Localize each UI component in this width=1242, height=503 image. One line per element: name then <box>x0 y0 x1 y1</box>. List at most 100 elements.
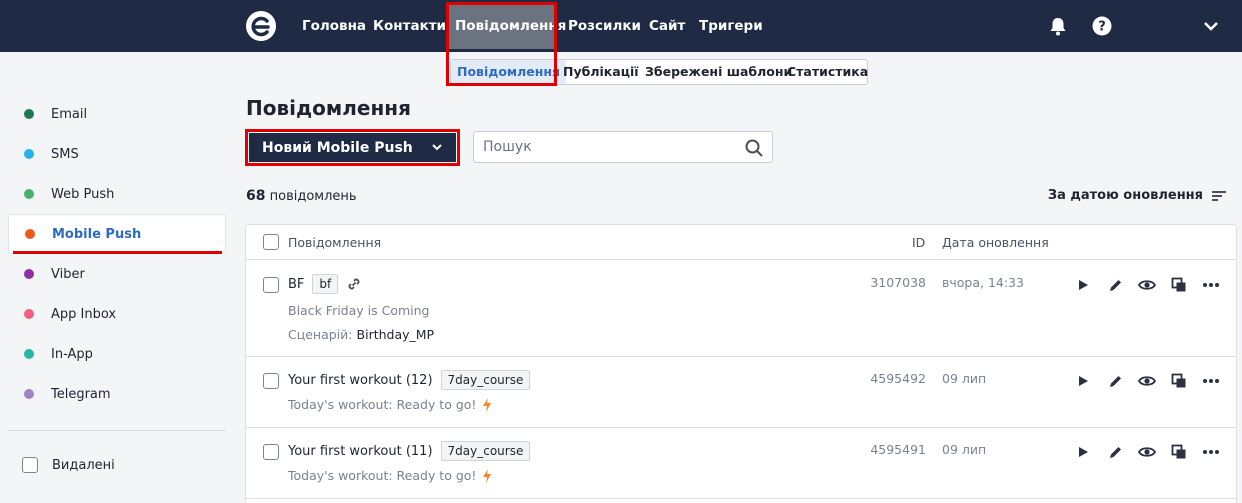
sidebar-item-deleted[interactable]: Видалені <box>8 445 226 485</box>
logo-icon[interactable] <box>245 10 277 42</box>
deleted-checkbox[interactable] <box>22 457 38 473</box>
message-tag: bf <box>312 274 339 294</box>
table-row[interactable]: Your first workout (11) 7day_course Toda… <box>246 428 1236 499</box>
sidebar-divider <box>8 430 226 431</box>
sidebar-item-email[interactable]: Email <box>8 94 226 134</box>
play-icon[interactable] <box>1074 276 1092 294</box>
scenario-name[interactable]: Birthday_MP <box>357 327 435 342</box>
search-box <box>473 131 773 163</box>
lightning-icon <box>483 397 492 412</box>
count-number: 68 <box>246 188 266 204</box>
row-checkbox[interactable] <box>263 277 279 293</box>
status-dot <box>24 309 34 319</box>
message-tag: 7day_course <box>440 441 531 461</box>
row-actions <box>1074 276 1220 294</box>
updated-date: 09 лип <box>942 371 987 386</box>
column-header-message[interactable]: Повідомлення <box>288 235 381 250</box>
subtab-statistics[interactable]: Статистика <box>787 60 868 84</box>
nav-triggers[interactable]: Тригери <box>699 0 763 52</box>
column-header-date[interactable]: Дата оновлення <box>942 235 1049 250</box>
message-subtitle: Today's workout: Ready to go! <box>288 468 492 483</box>
message-title[interactable]: BF <box>288 277 304 292</box>
link-icon[interactable] <box>346 276 362 292</box>
copy-icon[interactable] <box>1170 276 1188 294</box>
sidebar-item-sms[interactable]: SMS <box>8 134 226 174</box>
chevron-down-icon[interactable] <box>430 140 444 154</box>
sidebar-item-in-app[interactable]: In-App <box>8 334 226 374</box>
row-actions <box>1074 443 1220 461</box>
more-icon[interactable] <box>1202 443 1220 461</box>
sidebar-item-viber[interactable]: Viber <box>8 254 226 294</box>
message-tag: 7day_course <box>440 370 531 390</box>
nav-contacts[interactable]: Контакти <box>373 0 446 52</box>
messages-count: 68 повідомлень <box>246 188 357 204</box>
sidebar-item-label: Web Push <box>51 186 115 202</box>
help-icon[interactable]: ? <box>1091 15 1113 37</box>
status-dot <box>24 349 34 359</box>
subtab-messages[interactable]: Повідомлення <box>451 60 567 84</box>
eye-icon[interactable] <box>1138 276 1156 294</box>
status-dot <box>24 189 34 199</box>
search-icon[interactable] <box>744 138 764 158</box>
message-title-group: BF bf <box>288 274 362 294</box>
sort-control[interactable]: За датою оновлення <box>1048 188 1226 203</box>
nav-messages[interactable]: Повідомлення <box>449 3 566 49</box>
page-title: Повідомлення <box>246 96 411 120</box>
table-row[interactable]: BF bf Black Friday is Coming Сценарій: Bi… <box>246 260 1236 357</box>
sidebar-item-app-inbox[interactable]: App Inbox <box>8 294 226 334</box>
new-button-label: Новий Mobile Push <box>262 139 413 156</box>
bell-icon[interactable] <box>1047 15 1069 37</box>
subtitle-text: Today's workout: Ready to go! <box>288 468 477 483</box>
sidebar-item-label: Mobile Push <box>52 226 142 242</box>
more-icon[interactable] <box>1202 276 1220 294</box>
more-icon[interactable] <box>1202 372 1220 390</box>
scenario-info: Сценарій: Birthday_MP <box>288 327 434 342</box>
pencil-icon[interactable] <box>1106 276 1124 294</box>
status-dot <box>25 229 35 239</box>
sub-navigation: Повідомлення Публікації Збережені шаблон… <box>450 59 868 85</box>
select-all-checkbox[interactable] <box>263 234 279 250</box>
row-checkbox[interactable] <box>263 373 279 389</box>
pencil-icon[interactable] <box>1106 443 1124 461</box>
column-header-id[interactable]: ID <box>912 235 925 250</box>
subtitle-text: Today's workout: Ready to go! <box>288 397 477 412</box>
subtitle-text: Black Friday is Coming <box>288 303 430 318</box>
status-dot <box>24 269 34 279</box>
message-id: 4595491 <box>870 442 926 457</box>
updated-date: 09 лип <box>942 442 987 457</box>
status-dot <box>24 109 34 119</box>
account-menu-chevron-icon[interactable] <box>1200 15 1222 37</box>
play-icon[interactable] <box>1074 443 1092 461</box>
play-icon[interactable] <box>1074 372 1092 390</box>
sidebar-item-web-push[interactable]: Web Push <box>8 174 226 214</box>
messages-table: Повідомлення ID Дата оновлення BF bf Bla… <box>245 224 1237 503</box>
eye-icon[interactable] <box>1138 443 1156 461</box>
message-title[interactable]: Your first workout (11) <box>288 444 433 459</box>
scenario-label: Сценарій: <box>288 327 353 342</box>
subtab-publications[interactable]: Публікації <box>563 60 639 84</box>
sidebar-item-telegram[interactable]: Telegram <box>8 374 226 414</box>
nav-home[interactable]: Головна <box>302 0 366 52</box>
subtab-saved-templates[interactable]: Збережені шаблони <box>645 60 792 84</box>
message-id: 3107038 <box>870 275 926 290</box>
table-row[interactable]: Your first workout (12) 7day_course Toda… <box>246 357 1236 428</box>
row-checkbox[interactable] <box>263 444 279 460</box>
sidebar-item-label: SMS <box>51 146 79 162</box>
copy-icon[interactable] <box>1170 443 1188 461</box>
new-mobile-push-button[interactable]: Новий Mobile Push <box>249 133 456 162</box>
count-label: повідомлень <box>269 189 357 204</box>
table-header: Повідомлення ID Дата оновлення <box>246 225 1236 260</box>
sidebar-item-mobile-push[interactable]: Mobile Push <box>8 214 226 254</box>
eye-icon[interactable] <box>1138 372 1156 390</box>
message-title[interactable]: Your first workout (12) <box>288 373 433 388</box>
nav-site[interactable]: Сайт <box>649 0 685 52</box>
copy-icon[interactable] <box>1170 372 1188 390</box>
sort-icon <box>1212 190 1226 201</box>
top-navigation-bar: Головна Контакти Повідомлення Розсилки С… <box>0 0 1242 52</box>
message-subtitle: Black Friday is Coming <box>288 303 430 318</box>
nav-campaigns[interactable]: Розсилки <box>568 0 641 52</box>
status-dot <box>24 389 34 399</box>
pencil-icon[interactable] <box>1106 372 1124 390</box>
search-input[interactable] <box>483 139 733 155</box>
row-actions <box>1074 372 1220 390</box>
